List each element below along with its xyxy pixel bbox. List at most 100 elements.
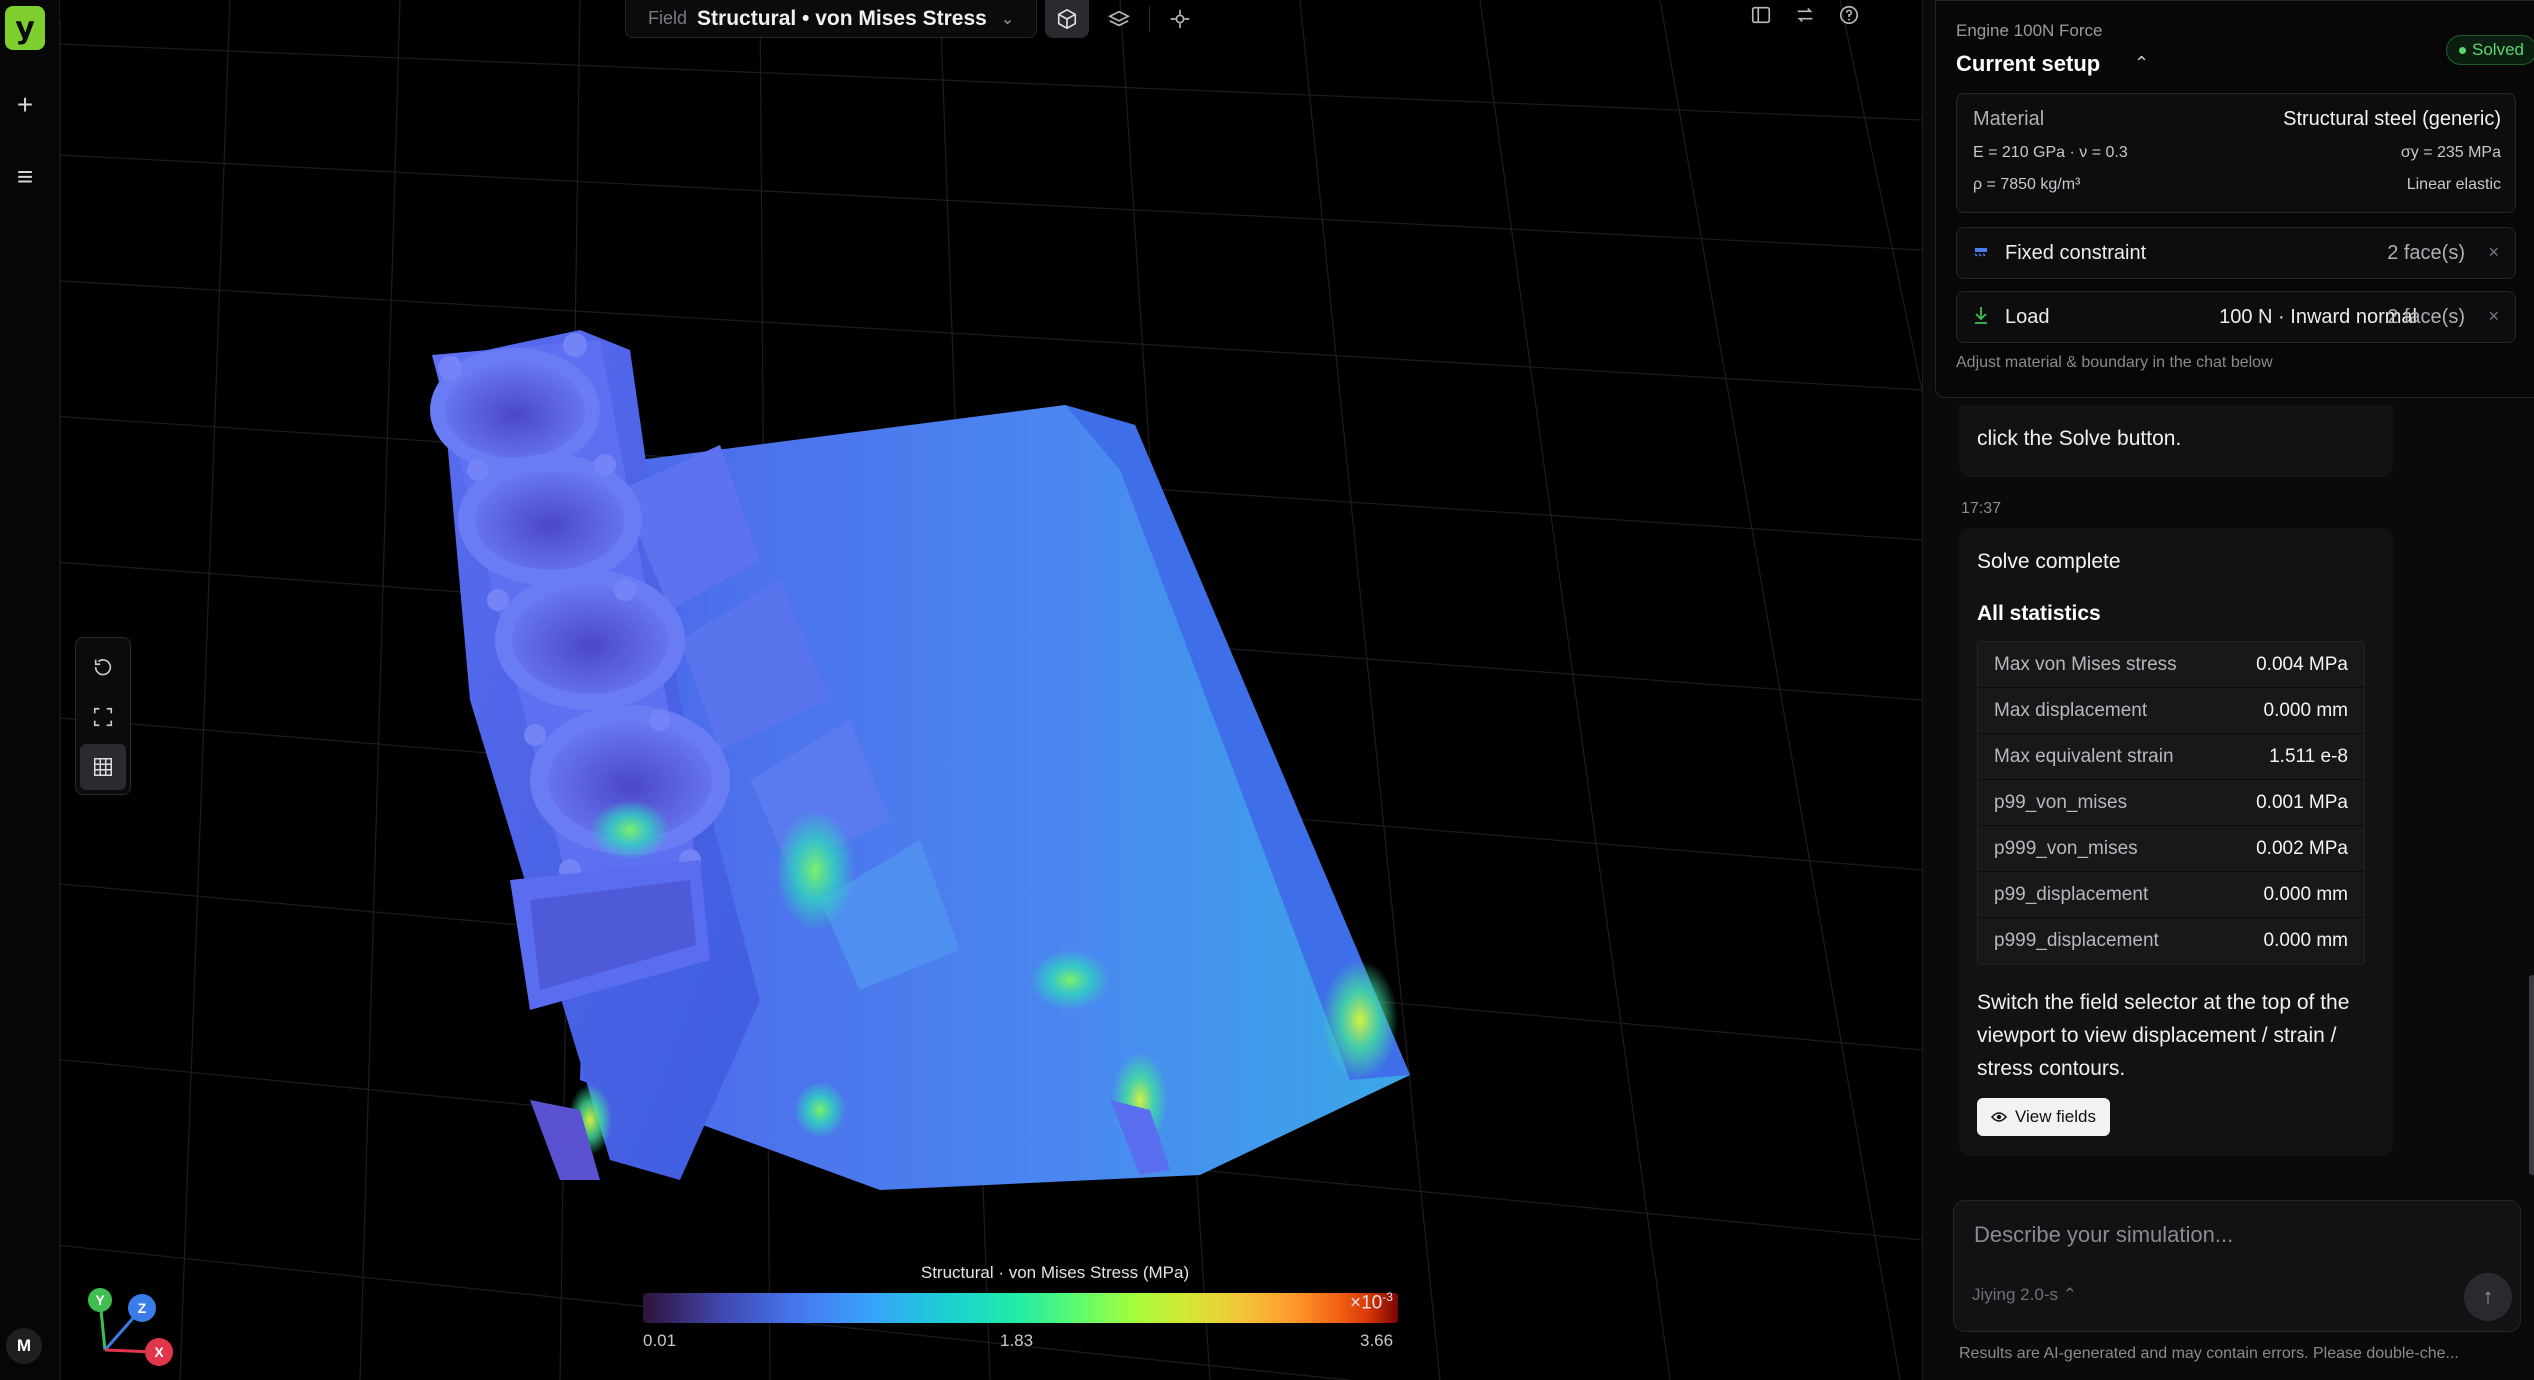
load-faces: 2 face(s) (2387, 306, 2465, 328)
compare-button[interactable] (1794, 4, 1816, 32)
solve-result-message: Solve complete All statistics Max von Mi… (1959, 528, 2393, 1156)
chat-composer: Jiying 2.0-s ⌃ ↑ (1953, 1200, 2521, 1332)
swap-icon (1797, 7, 1813, 23)
stat-key: Max displacement (1994, 699, 2148, 721)
stat-value: 0.002 MPa (2256, 837, 2348, 859)
stat-value: 0.004 MPa (2256, 653, 2348, 675)
stat-key: p999_von_mises (1994, 837, 2138, 859)
result-message-text: Switch the field selector at the top of … (1977, 991, 2350, 1080)
field-value: Structural • von Mises Stress (697, 6, 987, 30)
model-selector[interactable]: Jiying 2.0-s ⌃ (1972, 1285, 2077, 1305)
help-icon (1839, 5, 1859, 25)
stats-row: p99_von_mises 0.001 MPa (1978, 780, 2364, 826)
view-fields-button[interactable]: View fields (1977, 1098, 2110, 1136)
3d-viewport[interactable]: Field Structural • von Mises Stress ⌄ St… (60, 0, 1922, 1380)
material-name: Structural steel (generic) (2283, 108, 2501, 130)
stat-value: 1.511 e-8 (2269, 745, 2348, 767)
chat-input[interactable] (1972, 1221, 2392, 1249)
viewport-toolbar: Field Structural • von Mises Stress ⌄ (625, 0, 1202, 38)
arrow-up-icon: ↑ (2482, 1284, 2494, 1309)
axis-z-label: Z (138, 1300, 147, 1316)
solid-view-button[interactable] (1045, 0, 1090, 38)
grid-toggle-button[interactable] (80, 744, 126, 790)
project-name: Engine 100N Force (1956, 21, 2103, 40)
stats-row: Max equivalent strain 1.511 e-8 (1978, 734, 2364, 780)
viewport-right-tools (1750, 4, 1860, 32)
fit-view-button[interactable] (80, 694, 126, 740)
material-density: ρ = 7850 kg/m³ (1973, 176, 2081, 193)
engine-block-model[interactable] (60, 0, 1922, 1380)
menu-button[interactable]: ≡ (8, 160, 42, 194)
stats-title: All statistics (1977, 602, 2101, 625)
status-text: Solved (2472, 40, 2524, 59)
chat-scrollbar[interactable] (2529, 975, 2534, 1175)
remove-load-close-icon[interactable]: × (2488, 306, 2499, 327)
panel-icon (1751, 6, 1771, 24)
ai-disclaimer: Results are AI-generated and may contain… (1959, 1345, 2459, 1362)
send-button[interactable]: ↑ (2464, 1273, 2512, 1321)
fixed-constraint-faces: 2 face(s) (2387, 242, 2465, 264)
material-label: Material (1973, 108, 2045, 130)
arrow-down-icon (1973, 306, 1989, 329)
solve-title: Solve complete (1977, 550, 2121, 573)
material-yield: σy = 235 MPa (2400, 144, 2501, 161)
menu-button[interactable] (8, 92, 42, 126)
menu-icon: ≡ (16, 161, 34, 192)
stat-key: Max equivalent strain (1994, 745, 2174, 767)
panel-toggle-button[interactable] (1750, 4, 1772, 32)
legend-mid: 1.83 (1000, 1331, 1034, 1350)
stat-key: p999_displacement (1994, 930, 2159, 951)
previous-message: click the Solve button. (1959, 405, 2393, 477)
stats-table: Max von Mises stress 0.004 MPa Max displac… (1977, 641, 2365, 965)
toolbar-divider (1149, 6, 1151, 32)
setup-title[interactable]: Current setup (1956, 51, 2100, 77)
stat-key: Max von Mises stress (1994, 653, 2177, 675)
remove-constraint-close-icon[interactable]: × (2488, 242, 2499, 263)
avatar[interactable]: M (6, 1328, 42, 1364)
axis-x-label: X (154, 1344, 164, 1360)
stat-key: p99_displacement (1994, 883, 2149, 905)
status-badge: Solved (2446, 35, 2534, 65)
chevron-up-icon: ⌃ (2062, 1285, 2077, 1304)
status-dot-icon (2459, 46, 2466, 54)
field-selector[interactable]: Field Structural • von Mises Stress ⌄ (625, 0, 1038, 38)
layers-icon (1108, 10, 1131, 27)
legend-min: 0.01 (643, 1331, 677, 1350)
right-panel: Engine 100N Force Current setup ⌃ Solved… (1922, 0, 2534, 1380)
legend-exponent: ×10-3 (1350, 1290, 1393, 1314)
setup-hint: Adjust material & boundary in the chat b… (1956, 354, 2273, 371)
load-detail: 100 N · Inward normal (2219, 306, 2417, 328)
previous-message-text: click the Solve button. (1977, 427, 2182, 450)
axis-y-label: Y (95, 1292, 105, 1308)
load-row[interactable]: Load 100 N · Inward normal 2 face(s) × (1956, 291, 2516, 343)
fixed-constraint-row[interactable]: Fixed constraint 2 face(s) × (1956, 227, 2516, 279)
axes-gizmo[interactable]: Y Z X (80, 1280, 190, 1380)
fixed-constraint-name: Fixed constraint (2005, 242, 2147, 264)
stats-row: p99_displacement 0.000 mm (1978, 872, 2364, 918)
layer-view-button[interactable] (1097, 0, 1141, 38)
stat-value: 0.000 mm (2263, 930, 2348, 951)
legend-title: Structural · von Mises Stress (MPa) (920, 1263, 1190, 1282)
stat-value: 0.000 mm (2263, 699, 2348, 721)
material-model: Linear elastic (2406, 176, 2501, 193)
probe-button[interactable] (1158, 0, 1202, 38)
stat-value: 0.000 mm (2263, 883, 2348, 905)
message-timestamp: 17:37 (1961, 500, 2002, 517)
view-fields-label: View fields (2015, 1107, 2096, 1126)
left-rail: y + ≡ M (0, 0, 60, 1380)
material-props-1: E = 210 GPa · ν = 0.3 (1973, 144, 2128, 161)
chevron-up-icon[interactable]: ⌃ (2134, 53, 2149, 74)
grid-icon (94, 758, 112, 776)
setup-card: Engine 100N Force Current setup ⌃ Solved… (1935, 0, 2534, 398)
stat-key: p99_von_mises (1994, 791, 2128, 813)
model-name: Jiying 2.0-s (1972, 1285, 2058, 1304)
reset-view-icon (94, 659, 112, 676)
help-button[interactable] (1838, 4, 1860, 32)
material-card[interactable]: Material Structural steel (generic) E = … (1956, 93, 2516, 213)
stats-row: p999_von_mises 0.002 MPa (1978, 826, 2364, 872)
field-label: Field (648, 8, 688, 28)
stat-value: 0.001 MPa (2256, 791, 2348, 813)
chevron-down-icon: ⌄ (1000, 10, 1015, 28)
app-logo[interactable]: y (5, 6, 45, 50)
reset-view-button[interactable] (80, 644, 126, 690)
